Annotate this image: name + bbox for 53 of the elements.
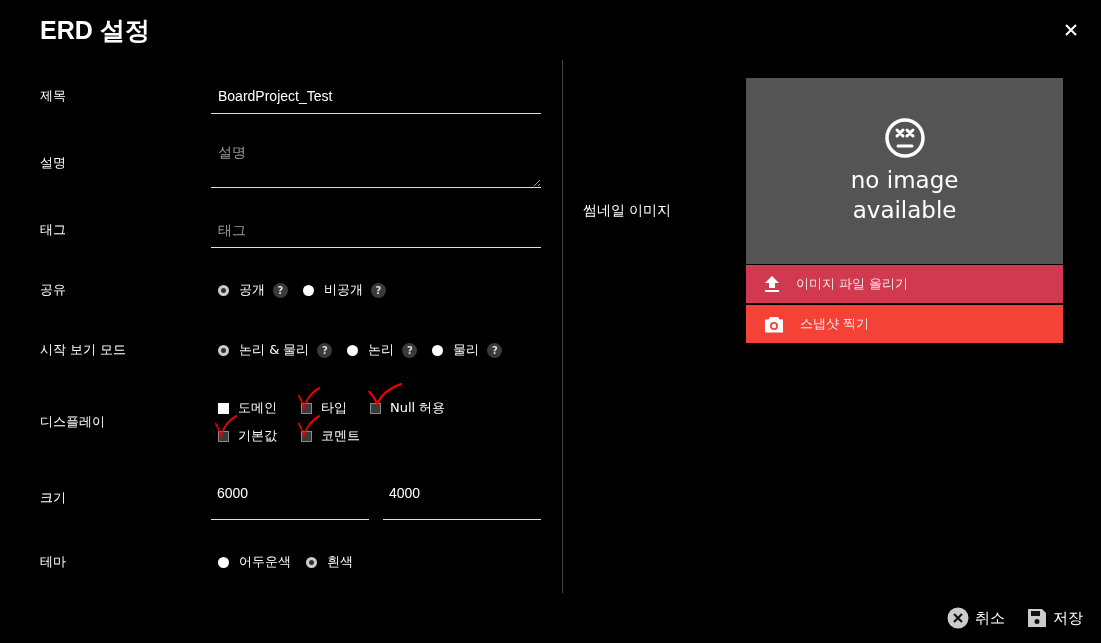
upload-icon — [764, 275, 781, 293]
radio-button[interactable] — [218, 284, 229, 296]
field-label: 테마 — [40, 553, 67, 571]
field-label: 시작 보기 모드 — [40, 341, 128, 359]
field-label: 크기 — [40, 489, 67, 507]
text-field[interactable]: BoardProject_Test — [211, 78, 541, 114]
save-button[interactable]: 저장 — [1027, 608, 1083, 628]
field-label: 공유 — [40, 281, 67, 299]
radio-button[interactable] — [303, 284, 314, 296]
option-label: 물리 — [453, 341, 480, 359]
description-field[interactable]: 설명 — [211, 138, 541, 188]
option-label: 논리 & 물리 — [239, 341, 310, 359]
cancel-icon — [947, 607, 969, 629]
option-label: 비공개 — [324, 281, 363, 299]
option-label: 코멘트 — [321, 427, 360, 445]
checkbox[interactable] — [301, 430, 312, 442]
thumbnail-label: 썸네일 이미지 — [583, 202, 673, 220]
camera-icon — [764, 315, 785, 333]
option-label: 타입 — [321, 399, 347, 417]
close-icon[interactable] — [1063, 22, 1079, 38]
option-label: 도메인 — [238, 399, 277, 417]
help-button[interactable]: ? — [402, 342, 418, 358]
field-label: 태그 — [40, 221, 67, 239]
help-button[interactable]: ? — [371, 282, 386, 298]
size-field[interactable]: 6000 — [211, 476, 369, 520]
help-button[interactable]: ? — [273, 282, 288, 298]
field-label: 디스플레이 — [40, 413, 106, 431]
radio-button[interactable] — [432, 344, 444, 356]
help-button[interactable]: ? — [317, 342, 333, 358]
save-icon — [1027, 608, 1047, 628]
radio-button[interactable] — [306, 556, 317, 568]
no-image-text: no image available — [849, 166, 960, 225]
radio-button[interactable] — [218, 556, 229, 568]
option-label: 논리 — [368, 341, 395, 359]
field-label: 제목 — [40, 87, 67, 105]
dialog-title: ERD 설정 — [40, 14, 150, 46]
sad-face-icon — [883, 117, 926, 159]
cancel-button[interactable]: 취소 — [947, 607, 1005, 629]
text-field[interactable]: 태그 — [211, 212, 541, 248]
option-label: 공개 — [239, 281, 265, 299]
radio-button[interactable] — [347, 344, 359, 356]
upload-image-button[interactable]: 이미지 파일 올리기 — [746, 265, 1063, 303]
size-field[interactable]: 4000 — [383, 476, 541, 520]
radio-button[interactable] — [218, 344, 229, 356]
checkbox[interactable] — [301, 402, 312, 414]
checkbox[interactable] — [370, 402, 381, 414]
field-label: 설명 — [40, 154, 67, 172]
checkbox[interactable] — [218, 430, 229, 442]
option-label: 어두운색 — [239, 553, 291, 571]
option-label: Null 허용 — [390, 399, 446, 417]
option-label: 흰색 — [327, 553, 353, 571]
help-button[interactable]: ? — [487, 342, 503, 358]
option-label: 기본값 — [238, 427, 277, 445]
